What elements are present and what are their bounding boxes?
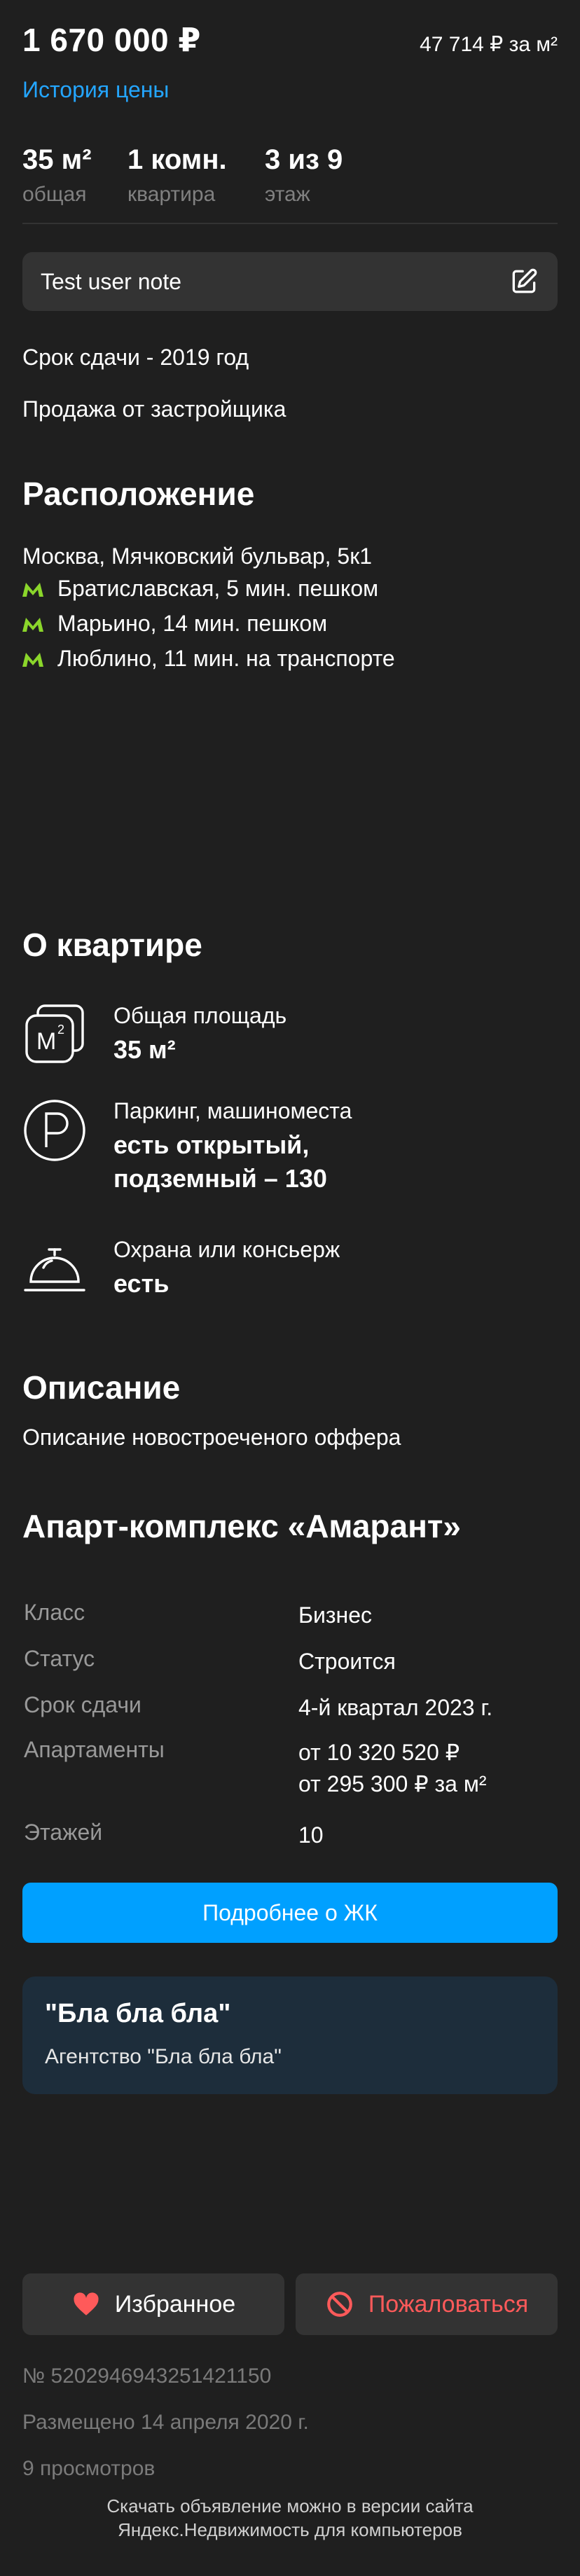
metro-item: Марьино, 14 мин. пешком	[22, 611, 327, 637]
concierge-bell-icon	[24, 1248, 85, 1292]
feature-value: есть	[113, 1269, 170, 1298]
deadline-text: Срок сдачи - 2019 год	[22, 345, 249, 370]
address: Москва, Мячковский бульвар, 5к1	[22, 543, 372, 569]
stat-value: 3 из 9	[265, 144, 343, 175]
feature-caption: Паркинг, машиноместа	[113, 1098, 352, 1123]
user-note-text: Test user note	[41, 269, 181, 294]
forbidden-icon	[326, 2292, 352, 2317]
row-value: Бизнес	[298, 1602, 373, 1628]
row-value: 10	[298, 1822, 324, 1848]
row-key: Апартаменты	[24, 1737, 165, 1762]
row-key: Класс	[24, 1600, 85, 1625]
row-value-line: от 295 300 ₽ за м²	[298, 1771, 487, 1796]
row-value: от 10 320 520 ₽ от 295 300 ₽ за м²	[298, 1737, 486, 1800]
metro-item: Люблино, 11 мин. на транспорте	[22, 646, 395, 672]
published-date: Размещено 14 апреля 2020 г.	[22, 2411, 309, 2434]
edit-icon[interactable]	[509, 266, 539, 297]
row-value-line: от 10 320 520 ₽	[298, 1740, 460, 1765]
offer-id: № 5202946943251421150	[22, 2364, 272, 2388]
metro-text: Люблино, 11 мин. на транспорте	[57, 646, 395, 671]
stat-floor: 3 из 9 этаж	[265, 144, 343, 207]
price-history-link[interactable]: История цены	[22, 77, 169, 103]
feature-value-line: есть открытый,	[113, 1130, 310, 1159]
feature-area: M 2 Общая площадь 35 м²	[22, 1003, 558, 1067]
views-count: 9 просмотров	[22, 2457, 156, 2480]
stat-area: 35 м² общая	[22, 144, 92, 207]
stat-value: 35 м²	[22, 144, 92, 175]
stat-value: 1 комн.	[127, 144, 227, 175]
stat-label: этаж	[265, 183, 310, 206]
favorite-label: Избранное	[114, 2290, 236, 2318]
metro-icon	[22, 617, 43, 632]
metro-icon	[22, 652, 43, 667]
user-note[interactable]: Test user note	[22, 252, 558, 311]
complex-title: Апарт-комплекс «Амарант»	[22, 1508, 462, 1544]
price: 1 670 000 ₽	[22, 22, 201, 58]
feature-caption: Общая площадь	[113, 1003, 287, 1028]
feature-caption: Охрана или консьерж	[113, 1237, 340, 1262]
divider	[22, 223, 558, 224]
stat-rooms: 1 комн. квартира	[127, 144, 227, 207]
row-value: Строится	[298, 1649, 396, 1674]
feature-value-line: подземный – 130	[113, 1163, 327, 1193]
metro-item: Братиславская, 5 мин. пешком	[22, 576, 378, 602]
agency-subtitle: Агентство "Бла бла бла"	[45, 2045, 282, 2068]
description-title: Описание	[22, 1369, 181, 1406]
svg-text:2: 2	[57, 1023, 64, 1037]
desktop-version-note: Скачать объявление можно в версии сайта …	[0, 2495, 580, 2542]
agency-card[interactable]: "Бла бла бла" Агентство "Бла бла бла"	[22, 1976, 558, 2094]
stat-label: квартира	[127, 183, 216, 206]
favorite-button[interactable]: Избранное	[22, 2273, 284, 2335]
feature-value: есть открытый, подземный – 130	[113, 1128, 352, 1196]
about-title: О квартире	[22, 927, 202, 963]
description-text: Описание новостроеченого оффера	[22, 1425, 401, 1450]
sale-type-text: Продажа от застройщика	[22, 396, 286, 422]
area-icon: M 2	[25, 1004, 84, 1063]
feature-parking: Паркинг, машиноместа есть открытый, подз…	[22, 1098, 558, 1196]
heart-icon	[74, 2292, 99, 2315]
metro-text: Марьино, 14 мин. пешком	[57, 611, 328, 636]
complain-label: Пожаловаться	[368, 2290, 529, 2318]
feature-security: Охрана или консьерж есть	[22, 1237, 558, 1301]
stat-label: общая	[22, 183, 87, 206]
row-value: 4-й квартал 2023 г.	[298, 1695, 493, 1720]
parking-icon	[24, 1100, 85, 1161]
agency-name: "Бла бла бла"	[45, 1999, 231, 2028]
footer-line: Яндекс.Недвижимость для компьютеров	[118, 2519, 462, 2540]
complex-details-button[interactable]: Подробнее о ЖК	[22, 1883, 558, 1943]
price-per-m2: 47 714 ₽ за м²	[420, 33, 558, 56]
row-key: Статус	[24, 1646, 95, 1671]
location-title: Расположение	[22, 476, 255, 512]
footer-line: Скачать объявление можно в версии сайта	[106, 2495, 474, 2516]
feature-value: 35 м²	[113, 1035, 176, 1064]
metro-text: Братиславская, 5 мин. пешком	[57, 576, 379, 601]
svg-text:M: M	[36, 1028, 56, 1055]
row-key: Этажей	[24, 1820, 103, 1845]
complain-button[interactable]: Пожаловаться	[296, 2273, 558, 2335]
row-key: Срок сдачи	[24, 1692, 141, 1717]
metro-icon	[22, 582, 43, 597]
